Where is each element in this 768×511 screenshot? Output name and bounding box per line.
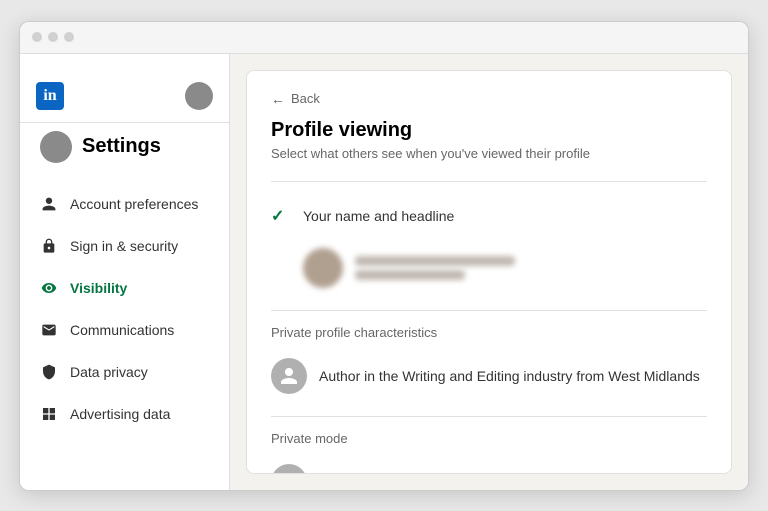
sidebar-item-label-communications: Communications xyxy=(70,322,174,338)
settings-header: Settings xyxy=(20,123,229,183)
top-bar-right xyxy=(185,82,213,110)
private-characteristics-text: Author in the Writing and Editing indust… xyxy=(319,368,700,384)
sidebar-item-communications[interactable]: Communications xyxy=(20,309,229,351)
browser-dot-3 xyxy=(64,32,74,42)
browser-content: in Settings Account preferences xyxy=(20,54,748,490)
sidebar-item-label-advertising-data: Advertising data xyxy=(70,406,170,422)
page-subtitle: Select what others see when you've viewe… xyxy=(271,146,707,161)
option-private-mode[interactable]: You will be in complete private mode xyxy=(271,456,707,474)
settings-title: Settings xyxy=(82,135,161,158)
content-card: ← Back Profile viewing Select what other… xyxy=(246,70,732,474)
option-private-characteristics[interactable]: Author in the Writing and Editing indust… xyxy=(271,350,707,402)
divider-1 xyxy=(271,181,707,182)
option-label-name-headline: Your name and headline xyxy=(303,208,454,224)
linkedin-logo-letter: in xyxy=(43,87,56,105)
person-icon xyxy=(40,195,58,213)
sidebar-item-data-privacy[interactable]: Data privacy xyxy=(20,351,229,393)
sidebar-item-label-account-preferences: Account preferences xyxy=(70,196,198,212)
main-content: ← Back Profile viewing Select what other… xyxy=(230,54,748,490)
profile-info-blurred xyxy=(355,256,515,280)
sidebar-top-bar: in xyxy=(20,70,229,123)
top-avatar xyxy=(185,82,213,110)
sidebar-item-label-sign-security: Sign in & security xyxy=(70,238,178,254)
browser-dot-2 xyxy=(48,32,58,42)
browser-window: in Settings Account preferences xyxy=(19,21,749,491)
sidebar-item-advertising-data[interactable]: Advertising data xyxy=(20,393,229,435)
private-characteristics-icon xyxy=(271,358,307,394)
selected-profile-row xyxy=(271,240,707,296)
lock-icon xyxy=(40,237,58,255)
back-label: Back xyxy=(291,91,320,106)
sidebar-item-label-data-privacy: Data privacy xyxy=(70,364,148,380)
shield-icon xyxy=(40,363,58,381)
sidebar-item-sign-security[interactable]: Sign in & security xyxy=(20,225,229,267)
linkedin-logo: in xyxy=(36,82,64,110)
blur-line-title xyxy=(355,270,465,280)
sidebar-nav: Account preferences Sign in & security V… xyxy=(20,183,229,435)
sidebar: in Settings Account preferences xyxy=(20,54,230,490)
grid-icon xyxy=(40,405,58,423)
sidebar-item-visibility[interactable]: Visibility xyxy=(20,267,229,309)
private-mode-icon xyxy=(271,464,307,474)
checkmark-icon: ✓ xyxy=(271,206,291,226)
browser-chrome xyxy=(20,22,748,54)
section-label-private-mode: Private mode xyxy=(271,431,707,446)
eye-icon xyxy=(40,279,58,297)
sidebar-item-label-visibility: Visibility xyxy=(70,280,127,296)
profile-avatar-blurred xyxy=(303,248,343,288)
divider-3 xyxy=(271,416,707,417)
blur-line-name xyxy=(355,256,515,266)
section-label-private-characteristics: Private profile characteristics xyxy=(271,325,707,340)
sidebar-item-account-preferences[interactable]: Account preferences xyxy=(20,183,229,225)
back-link[interactable]: ← Back xyxy=(271,91,707,107)
browser-dot-1 xyxy=(32,32,42,42)
settings-avatar xyxy=(40,131,72,163)
page-title: Profile viewing xyxy=(271,119,707,142)
divider-2 xyxy=(271,310,707,311)
back-arrow-icon: ← xyxy=(271,91,285,107)
envelope-icon xyxy=(40,321,58,339)
option-name-headline[interactable]: ✓ Your name and headline xyxy=(271,196,707,236)
